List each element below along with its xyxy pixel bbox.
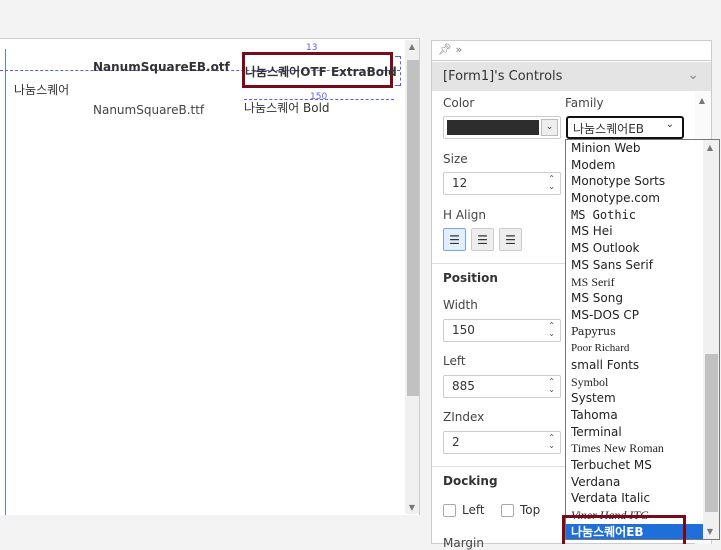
left-value: 885 [452, 379, 475, 393]
font-option[interactable]: small Fonts [566, 357, 719, 374]
label-otf-extrabold: 나눔스퀘어OTF ExtraBold [245, 65, 397, 79]
zindex-value: 2 [452, 435, 460, 449]
font-option[interactable]: Terminal [566, 424, 719, 441]
chevron-down-icon[interactable]: ⌄ [687, 67, 699, 83]
checkbox-box [501, 503, 514, 517]
position-heading: Position [443, 271, 498, 285]
font-option[interactable]: Verdana [566, 474, 719, 491]
color-picker[interactable]: ⌄ [443, 116, 561, 139]
checkbox-box [443, 503, 456, 517]
dock-top-checkbox[interactable]: Top [501, 503, 540, 517]
font-option[interactable]: Verdata Italic [566, 490, 719, 507]
canvas-scrollbar[interactable]: ▲ ▼ [405, 40, 419, 514]
margin-label: Margin [443, 536, 484, 550]
highlight-box [562, 515, 686, 544]
guide-box [395, 56, 401, 86]
font-option[interactable]: Times New Roman [566, 440, 719, 457]
left-input[interactable]: 885 ⌃ ⌄ [443, 375, 561, 398]
spinner-icon[interactable]: ⌃ ⌄ [548, 434, 555, 450]
scroll-up-icon[interactable]: ▲ [703, 140, 717, 152]
spinner-icon[interactable]: ⌃ ⌄ [548, 322, 555, 338]
halign-group: ☰ ☰ ☰ [443, 228, 522, 251]
font-option[interactable]: Tahoma [566, 407, 719, 424]
halign-label: H Align [443, 208, 486, 222]
expand-icon[interactable]: » [455, 43, 462, 56]
font-option[interactable]: Minion Web [566, 140, 719, 157]
scroll-up-icon[interactable]: ▲ [405, 42, 419, 51]
zindex-input[interactable]: 2 ⌃ ⌄ [443, 431, 561, 454]
scroll-down-icon[interactable]: ▼ [405, 503, 419, 512]
font-option[interactable]: Monotype Sorts [566, 173, 719, 190]
scroll-down-icon[interactable]: ▼ [703, 527, 717, 536]
font-option[interactable]: MS Gothic [566, 207, 719, 224]
font-option[interactable]: MS Song [566, 290, 719, 307]
panel-toolbar: 📌︎ » [432, 41, 711, 61]
scroll-thumb[interactable] [407, 60, 419, 396]
size-value: 12 [452, 176, 468, 190]
family-value: 나눔스퀘어EB [573, 122, 645, 136]
pin-icon[interactable]: 📌︎ [438, 43, 452, 56]
dock-left-label: Left [462, 503, 485, 517]
design-canvas[interactable]: 나눔스퀘어 NanumSquareEB.otf NanumSquareB.ttf… [0, 38, 420, 515]
dock-left-checkbox[interactable]: Left [443, 503, 485, 517]
scroll-thumb[interactable] [705, 354, 718, 512]
dropdown-scrollbar[interactable]: ▲ ▼ [703, 140, 719, 539]
font-option[interactable]: Papyrus [566, 324, 719, 341]
width-label: Width [443, 298, 478, 312]
docking-heading: Docking [443, 474, 498, 488]
left-label: Left [443, 354, 466, 368]
font-option[interactable]: MS Sans Serif [566, 257, 719, 274]
scroll-up-icon[interactable]: ▲ [695, 92, 709, 105]
spinner-icon[interactable]: ⌃ ⌄ [548, 378, 555, 394]
color-swatch [447, 120, 539, 135]
font-option[interactable]: Terbuchet MS [566, 457, 719, 474]
size-label: Size [443, 152, 468, 166]
label-b-ttf[interactable]: NanumSquareB.ttf [93, 103, 204, 117]
font-option[interactable]: Symbol [566, 374, 719, 391]
font-option[interactable]: System [566, 390, 719, 407]
guide-13: 13 [306, 43, 318, 53]
font-option[interactable]: MS Serif [566, 274, 719, 291]
dock-top-label: Top [520, 503, 541, 517]
align-left-button[interactable]: ☰ [443, 228, 466, 251]
label-nanum[interactable]: 나눔스퀘어 [14, 81, 69, 98]
font-option[interactable]: MS Hei [566, 223, 719, 240]
section-title: [Form1]'s Controls [443, 69, 563, 84]
width-input[interactable]: 150 ⌃ ⌄ [443, 319, 561, 342]
align-right-button[interactable]: ☰ [499, 228, 522, 251]
form-edge [0, 49, 6, 515]
family-label: Family [565, 96, 604, 110]
spinner-icon[interactable]: ⌃ ⌄ [548, 175, 555, 191]
font-option[interactable]: Monotype.com [566, 190, 719, 207]
chevron-down-icon: ⌄ [665, 119, 674, 130]
font-family-dropdown[interactable]: Minion Web Modem Monotype Sorts Monotype.co… [565, 139, 720, 540]
color-label: Color [443, 96, 475, 110]
font-option[interactable]: MS-DOS CP [566, 307, 719, 324]
family-select[interactable]: 나눔스퀘어EB ⌄ [566, 116, 684, 139]
chevron-down-icon[interactable]: ⌄ [541, 119, 558, 136]
width-value: 150 [452, 323, 475, 337]
label-eb-otf[interactable]: NanumSquareEB.otf [93, 60, 230, 74]
font-option[interactable]: MS Outlook [566, 240, 719, 257]
align-center-button[interactable]: ☰ [471, 228, 494, 251]
size-input[interactable]: 12 ⌃ ⌄ [443, 172, 561, 195]
zindex-label: ZIndex [443, 410, 485, 424]
label-bold[interactable]: 나눔스퀘어 Bold [244, 99, 330, 116]
selected-control[interactable]: 나눔스퀘어OTF ExtraBold [242, 52, 397, 88]
controls-section-header[interactable]: [Form1]'s Controls ⌄ [432, 62, 711, 91]
font-option[interactable]: Modem [566, 157, 719, 174]
font-option[interactable]: Poor Richard [566, 340, 719, 357]
